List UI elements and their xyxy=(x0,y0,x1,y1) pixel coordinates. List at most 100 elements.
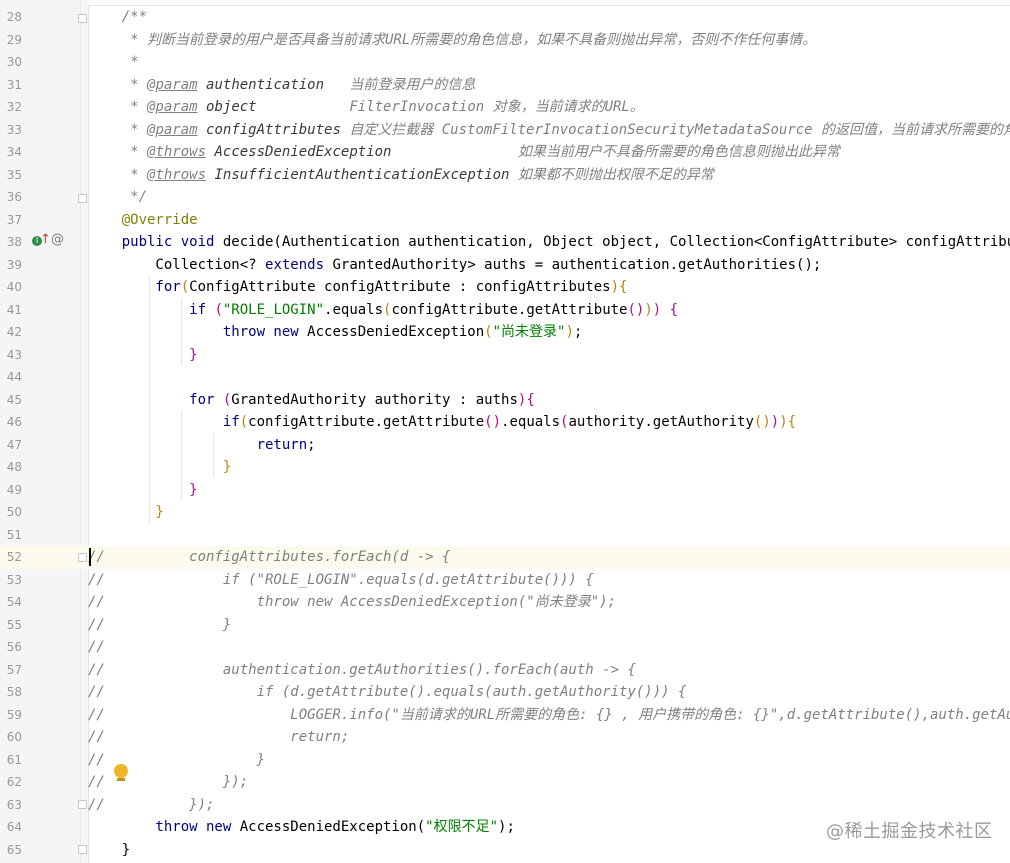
override-up-arrow-icon[interactable]: ↑ xyxy=(40,232,51,247)
code-line[interactable]: 58 // if (d.getAttribute().equals(auth.ge… xyxy=(0,681,1010,704)
code-line[interactable]: 61 // } xyxy=(0,749,1010,772)
code-text: /** xyxy=(88,6,147,29)
code-token: extends xyxy=(265,256,325,273)
code-token: ) xyxy=(644,301,653,318)
code-line[interactable]: 36 */ xyxy=(0,186,1010,209)
code-line[interactable]: 35 * @throws InsufficientAuthenticationE… xyxy=(0,164,1010,187)
code-token: // } xyxy=(88,751,266,768)
code-text: public void decide(Authentication authen… xyxy=(88,231,1010,254)
fold-marker[interactable] xyxy=(78,194,87,203)
code-line[interactable]: 47 return; xyxy=(0,434,1010,457)
code-line[interactable]: 48 } xyxy=(0,456,1010,479)
line-number: 57 xyxy=(6,662,22,677)
code-line[interactable]: 52 // configAttributes.forEach(d -> { xyxy=(0,546,1010,569)
code-text: // }); xyxy=(88,771,248,794)
code-token: .equals xyxy=(501,414,561,430)
code-line[interactable]: 51 xyxy=(0,524,1010,547)
code-token: // return; xyxy=(88,729,350,745)
code-line[interactable]: 37 @Override xyxy=(0,209,1010,232)
line-number: 64 xyxy=(6,820,22,834)
indent-guide xyxy=(149,276,150,523)
line-number: 51 xyxy=(6,527,22,542)
code-token: // authentication.getAuthorities().forEa… xyxy=(88,661,636,678)
code-token: /** xyxy=(88,9,148,25)
fold-marker[interactable] xyxy=(78,800,87,809)
code-line[interactable]: 33 * @param configAttributes 自定义拦截器 Cust… xyxy=(0,119,1010,142)
code-line[interactable]: 34 * @throws AccessDeniedException 如果当前用… xyxy=(0,141,1010,164)
line-number: 43 xyxy=(6,347,22,362)
code-line[interactable]: 29 * 判断当前登录的用户是否具备当前请求URL所需要的角色信息，如果不具备则… xyxy=(0,29,1010,52)
code-line[interactable]: 62 // }); xyxy=(0,771,1010,794)
code-token: } xyxy=(88,504,164,520)
fold-marker[interactable] xyxy=(78,14,87,23)
code-token: authentication xyxy=(206,76,325,93)
code-line[interactable]: 60 // return; xyxy=(0,726,1010,749)
code-text: // } xyxy=(88,614,231,637)
code-token: () xyxy=(484,414,502,430)
code-token: */ xyxy=(88,189,148,205)
code-token: ; xyxy=(307,436,316,453)
code-token: * xyxy=(88,166,148,183)
code-token: authority.getAuthority xyxy=(568,414,754,430)
code-token: // throw new AccessDeniedException("尚未登录… xyxy=(88,594,617,610)
line-number: 42 xyxy=(6,325,22,339)
code-token: 自定义拦截器 CustomFilterInvocationSecurityMet… xyxy=(340,121,1010,138)
code-token: ( xyxy=(180,279,190,295)
code-line[interactable]: 42 throw new AccessDeniedException("尚未登录… xyxy=(0,321,1010,344)
code-line[interactable]: 28 /** xyxy=(0,6,1010,29)
code-token: ( xyxy=(484,324,493,340)
code-line[interactable]: 32 * @param object FilterInvocation 对象，当… xyxy=(0,96,1010,119)
watermark: @稀土掘金技术社区 xyxy=(826,821,993,842)
line-number: 53 xyxy=(6,572,22,587)
code-line[interactable]: 50 } xyxy=(0,501,1010,524)
code-text: * @param configAttributes 自定义拦截器 CustomF… xyxy=(88,119,1010,142)
code-text: } xyxy=(88,456,231,479)
code-line[interactable]: 30 * xyxy=(0,51,1010,74)
lightbulb-icon[interactable] xyxy=(114,764,128,778)
code-line[interactable]: 49 } xyxy=(0,479,1010,502)
code-token: * xyxy=(88,54,139,70)
code-line[interactable]: 31 * @param authentication 当前登录用户的信息 xyxy=(0,74,1010,97)
code-text: // }); xyxy=(88,794,214,817)
code-line[interactable]: 43 } xyxy=(0,344,1010,367)
code-token: Collection<? xyxy=(88,256,266,273)
code-line[interactable]: 44 xyxy=(0,366,1010,389)
code-token: { xyxy=(787,414,797,430)
code-line[interactable]: 54 // throw new AccessDeniedException("尚未… xyxy=(0,591,1010,614)
line-number: 35 xyxy=(6,167,22,182)
code-token: ) xyxy=(779,414,788,430)
fold-marker[interactable] xyxy=(78,845,87,854)
code-token: GrantedAuthority> auths = authentication… xyxy=(324,256,822,273)
code-token: @throws xyxy=(147,166,207,183)
code-token: throw new xyxy=(88,819,240,835)
code-token: // if ("ROLE_LOGIN".equals(d.getAttribut… xyxy=(88,571,594,588)
line-number: 45 xyxy=(6,392,22,407)
code-line[interactable]: 39 Collection<? extends GrantedAuthority… xyxy=(0,254,1010,277)
code-text: * @param authentication 当前登录用户的信息 xyxy=(88,74,475,97)
code-line[interactable]: 56 // xyxy=(0,636,1010,659)
code-token: * xyxy=(88,99,148,115)
code-text: for(ConfigAttribute configAttribute : co… xyxy=(88,276,627,299)
code-token: @param xyxy=(147,121,198,138)
fold-marker[interactable] xyxy=(78,553,87,562)
code-line[interactable]: 46 if(configAttribute.getAttribute().equ… xyxy=(0,411,1010,434)
code-text: * @throws AccessDeniedException 如果当前用户不具… xyxy=(88,141,840,164)
code-line[interactable]: 45 for (GrantedAuthority authority : aut… xyxy=(0,389,1010,412)
code-token: * xyxy=(88,76,148,93)
code-line[interactable]: 63 // }); xyxy=(0,794,1010,817)
code-editor[interactable]: 28 /** 29 * 判断当前登录的用户是否具备当前请求URL所需要的角色信息，… xyxy=(0,0,1010,863)
code-token: AccessDeniedException xyxy=(307,324,485,340)
code-line[interactable]: 38 public void decide(Authentication aut… xyxy=(0,231,1010,254)
code-text: // xyxy=(88,636,105,659)
code-line[interactable]: 40 for(ConfigAttribute configAttribute :… xyxy=(0,276,1010,299)
code-line[interactable]: 59 // LOGGER.info("当前请求的URL所需要的角色: {} , 用… xyxy=(0,704,1010,727)
code-line[interactable]: 53 // if ("ROLE_LOGIN".equals(d.getAttrib… xyxy=(0,569,1010,592)
code-token: ( xyxy=(239,414,249,430)
code-token: FilterInvocation 对象，当前请求的URL。 xyxy=(256,99,644,115)
code-line[interactable]: 55 // } xyxy=(0,614,1010,637)
annotation-at-icon[interactable]: @ xyxy=(51,232,64,247)
code-line[interactable]: 57 // authentication.getAuthorities().for… xyxy=(0,659,1010,682)
code-line[interactable]: 41 if ("ROLE_LOGIN".equals(configAttribu… xyxy=(0,299,1010,322)
